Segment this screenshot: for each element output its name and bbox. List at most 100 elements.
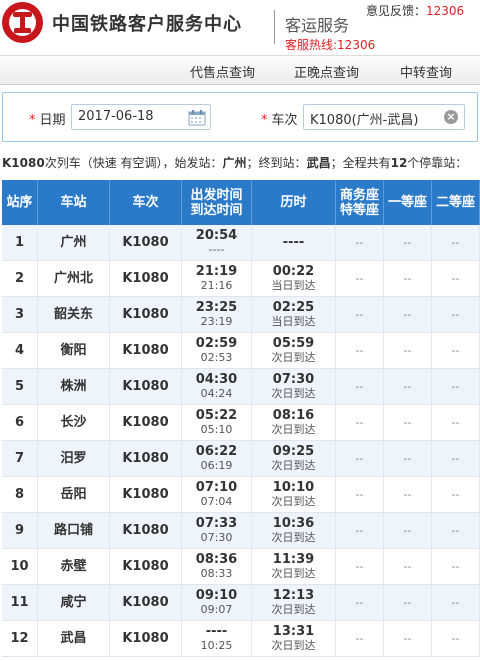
- cell-duration: 11:39 次日到达: [252, 549, 336, 584]
- cell-station: 广州: [38, 225, 110, 260]
- cell-first-class: --: [384, 441, 432, 476]
- cell-duration: 00:22 当日到达: [252, 261, 336, 296]
- date-label: * 日期: [29, 113, 66, 128]
- cell-business-seat: --: [336, 477, 384, 512]
- cell-train: K1080: [110, 441, 182, 476]
- header-duration: 历时: [252, 180, 336, 225]
- cell-first-class: --: [384, 225, 432, 260]
- cell-no: 3: [2, 297, 38, 332]
- cell-no: 5: [2, 369, 38, 404]
- brand-divider: [274, 10, 275, 44]
- nav-agency-query[interactable]: 代售点查询: [190, 62, 255, 81]
- cell-second-class: --: [432, 225, 480, 260]
- table-row: 9 路口铺 K1080 07:33 07:30 10:36 次日到达 -- -- --: [2, 513, 480, 549]
- cell-business-seat: --: [336, 333, 384, 368]
- cell-business-seat: --: [336, 513, 384, 548]
- cell-time: 05:22 05:10: [182, 405, 252, 440]
- nav-delay-query[interactable]: 正晚点查询: [294, 62, 359, 81]
- table-row: 1 广州 K1080 20:54 ---- ---- -- -- --: [2, 225, 480, 261]
- cell-duration: 13:31 次日到达: [252, 621, 336, 656]
- cell-duration: 12:13 次日到达: [252, 585, 336, 620]
- cell-time: 02:59 02:53: [182, 333, 252, 368]
- cell-second-class: --: [432, 621, 480, 656]
- cell-train: K1080: [110, 333, 182, 368]
- page-header: 中国铁路客户服务中心 客运服务 客服热线:12306 意见反馈：12306: [0, 0, 480, 55]
- train-field[interactable]: K1080(广州-武昌) ×: [303, 104, 465, 130]
- cell-business-seat: --: [336, 225, 384, 260]
- cell-time: 20:54 ----: [182, 225, 252, 260]
- cell-station: 武昌: [38, 621, 110, 656]
- cell-train: K1080: [110, 585, 182, 620]
- cell-no: 1: [2, 225, 38, 260]
- cell-first-class: --: [384, 621, 432, 656]
- cell-business-seat: --: [336, 369, 384, 404]
- cell-no: 2: [2, 261, 38, 296]
- cell-business-seat: --: [336, 261, 384, 296]
- cell-time: ---- 10:25: [182, 621, 252, 656]
- header-first-class: 一等座: [384, 180, 432, 225]
- date-field[interactable]: 2017-06-18: [71, 104, 211, 130]
- cell-first-class: --: [384, 477, 432, 512]
- train-label: * 车次: [261, 113, 298, 128]
- header-train: 车次: [110, 180, 182, 225]
- cell-second-class: --: [432, 585, 480, 620]
- cell-station: 株洲: [38, 369, 110, 404]
- cell-no: 8: [2, 477, 38, 512]
- cell-train: K1080: [110, 405, 182, 440]
- cell-station: 韶关东: [38, 297, 110, 332]
- cell-business-seat: --: [336, 549, 384, 584]
- cell-station: 赤壁: [38, 549, 110, 584]
- search-form: * 日期 2017-06-18 * 车次 K1080(广州-武昌) ×: [2, 92, 478, 142]
- cell-train: K1080: [110, 225, 182, 260]
- cell-no: 10: [2, 549, 38, 584]
- cell-first-class: --: [384, 549, 432, 584]
- date-value: 2017-06-18: [78, 109, 154, 124]
- cell-duration: 10:10 次日到达: [252, 477, 336, 512]
- cell-station: 岳阳: [38, 477, 110, 512]
- table-row: 3 韶关东 K1080 23:25 23:19 02:25 当日到达 -- -- --: [2, 297, 480, 333]
- cell-no: 4: [2, 333, 38, 368]
- hotline-text: 客服热线:12306: [285, 38, 376, 52]
- clear-icon[interactable]: ×: [444, 110, 458, 124]
- cell-business-seat: --: [336, 405, 384, 440]
- service-title: 客运服务: [285, 16, 350, 35]
- cell-no: 9: [2, 513, 38, 548]
- cell-second-class: --: [432, 549, 480, 584]
- cell-station: 衡阳: [38, 333, 110, 368]
- cell-first-class: --: [384, 261, 432, 296]
- table-row: 8 岳阳 K1080 07:10 07:04 10:10 次日到达 -- -- --: [2, 477, 480, 513]
- cell-first-class: --: [384, 405, 432, 440]
- train-summary: K1080次列车（快速 有空调），始发站：广州；终到站：武昌；全程共有12个停靠…: [2, 156, 468, 170]
- railway-logo-icon[interactable]: [2, 2, 43, 43]
- cell-first-class: --: [384, 513, 432, 548]
- cell-no: 7: [2, 441, 38, 476]
- header-no: 站序: [2, 180, 38, 225]
- cell-second-class: --: [432, 369, 480, 404]
- calendar-icon[interactable]: [188, 109, 206, 126]
- header-second-class: 二等座: [432, 180, 480, 225]
- cell-duration: 07:30 次日到达: [252, 369, 336, 404]
- brand-title: 中国铁路客户服务中心: [52, 14, 242, 35]
- cell-station: 长沙: [38, 405, 110, 440]
- cell-station: 汨罗: [38, 441, 110, 476]
- cell-time: 23:25 23:19: [182, 297, 252, 332]
- stops-table: 站序 车站 车次 出发时间 到达时间 历时 商务座 特等座 一等座 二等座 1 广州 K…: [2, 180, 480, 657]
- nav-transfer-query[interactable]: 中转查询: [400, 62, 452, 81]
- feedback-link[interactable]: 意见反馈：12306: [366, 2, 464, 19]
- table-row: 2 广州北 K1080 21:19 21:16 00:22 当日到达 -- -- --: [2, 261, 480, 297]
- feedback-label: 意见反馈：: [366, 4, 427, 18]
- cell-duration: 09:25 次日到达: [252, 441, 336, 476]
- cell-second-class: --: [432, 477, 480, 512]
- cell-time: 07:10 07:04: [182, 477, 252, 512]
- cell-duration: 08:16 次日到达: [252, 405, 336, 440]
- table-row: 10 赤壁 K1080 08:36 08:33 11:39 次日到达 -- -- --: [2, 549, 480, 585]
- cell-business-seat: --: [336, 297, 384, 332]
- top-nav: 代售点查询 正晚点查询 中转查询: [0, 55, 480, 85]
- cell-train: K1080: [110, 513, 182, 548]
- cell-train: K1080: [110, 477, 182, 512]
- table-row: 12 武昌 K1080 ---- 10:25 13:31 次日到达 -- -- --: [2, 621, 480, 657]
- cell-second-class: --: [432, 513, 480, 548]
- table-body: 1 广州 K1080 20:54 ---- ---- -- -- -- 2 广州北 K1080 21:1…: [2, 225, 480, 657]
- cell-time: 07:33 07:30: [182, 513, 252, 548]
- cell-second-class: --: [432, 405, 480, 440]
